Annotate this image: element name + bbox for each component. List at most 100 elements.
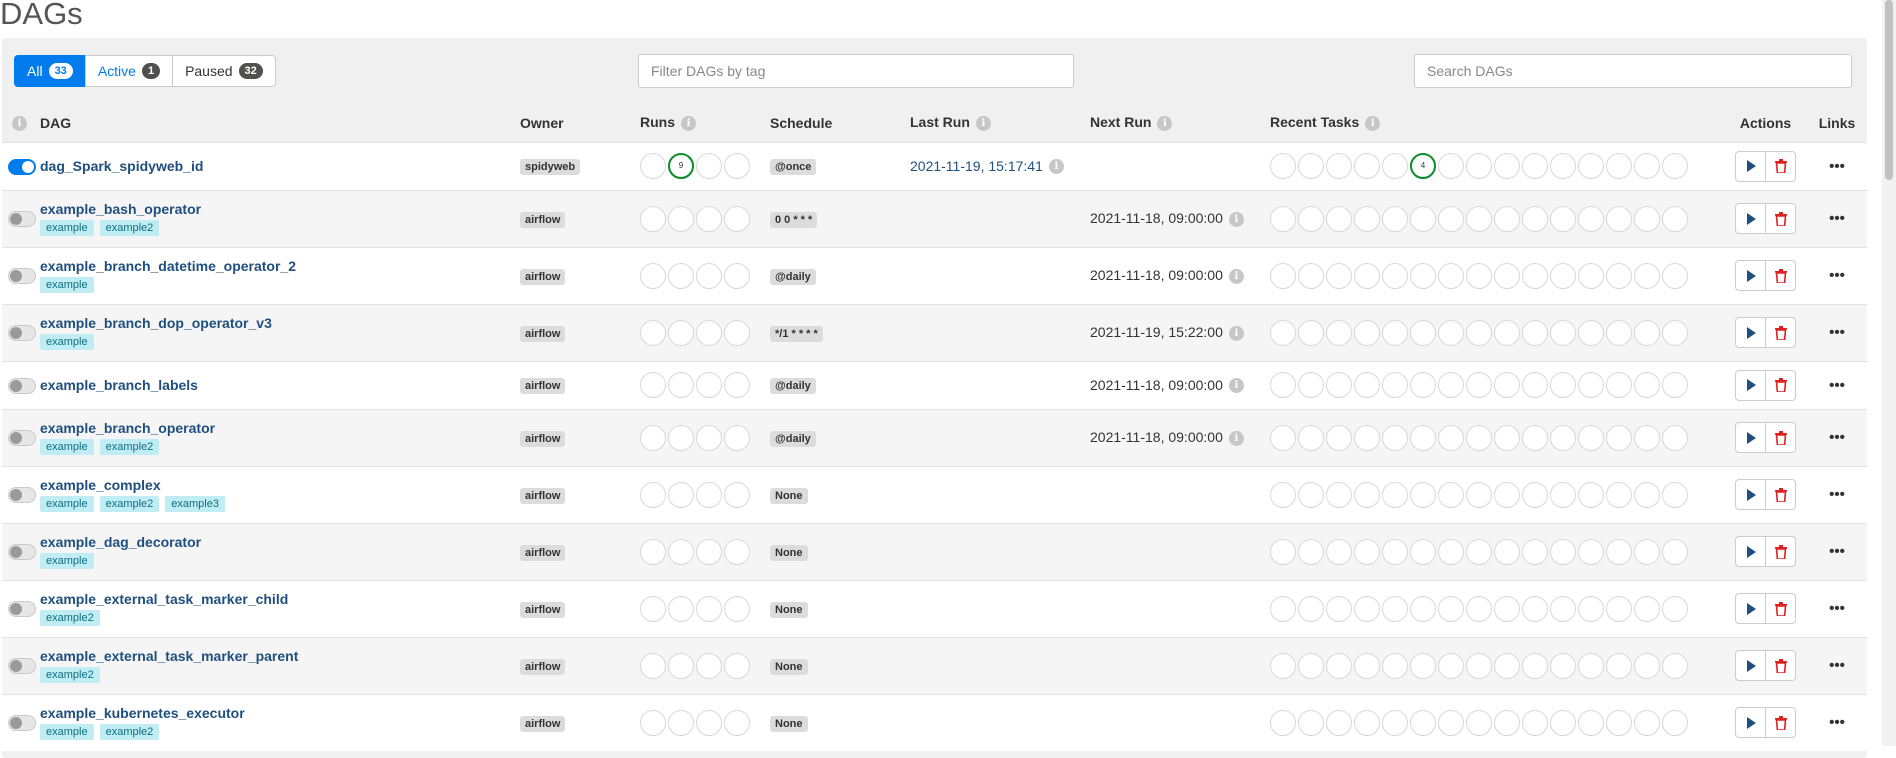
task-state-circle[interactable] bbox=[1606, 709, 1632, 736]
task-state-circle[interactable] bbox=[1606, 319, 1632, 346]
task-state-circle[interactable] bbox=[1354, 538, 1380, 565]
trigger-dag-button[interactable] bbox=[1735, 260, 1766, 291]
task-state-circle[interactable] bbox=[1354, 424, 1380, 451]
task-state-circle[interactable] bbox=[1438, 262, 1464, 289]
task-state-circle[interactable] bbox=[1410, 319, 1436, 346]
more-horizontal-icon[interactable]: ••• bbox=[1813, 158, 1861, 175]
task-state-circle[interactable] bbox=[1466, 538, 1492, 565]
task-state-circle[interactable] bbox=[1466, 153, 1492, 179]
task-state-circle[interactable] bbox=[1298, 652, 1324, 679]
task-state-circle[interactable] bbox=[1410, 205, 1436, 232]
task-state-circle[interactable] bbox=[1354, 481, 1380, 508]
dag-pause-toggle[interactable] bbox=[8, 158, 36, 175]
task-state-circle[interactable] bbox=[1522, 262, 1548, 289]
task-state-circle[interactable] bbox=[1326, 652, 1352, 679]
header-owner[interactable]: Owner bbox=[514, 104, 634, 142]
info-icon[interactable]: i bbox=[1228, 430, 1244, 446]
task-state-circle[interactable] bbox=[1634, 153, 1660, 179]
dag-run-circle[interactable] bbox=[724, 709, 750, 736]
task-state-circle[interactable] bbox=[1662, 262, 1688, 289]
schedule-badge[interactable]: @daily bbox=[770, 430, 816, 447]
task-state-circle[interactable] bbox=[1382, 595, 1408, 622]
dag-tag[interactable]: example2 bbox=[99, 496, 160, 512]
task-state-circle[interactable] bbox=[1410, 538, 1436, 565]
dag-run-circle[interactable] bbox=[640, 372, 666, 398]
task-state-circle[interactable] bbox=[1662, 424, 1688, 451]
dag-run-circle[interactable] bbox=[696, 424, 722, 451]
delete-dag-button[interactable] bbox=[1765, 317, 1796, 348]
schedule-badge[interactable]: @daily bbox=[770, 268, 816, 285]
task-state-circle[interactable] bbox=[1522, 652, 1548, 679]
task-state-circle[interactable] bbox=[1634, 372, 1660, 398]
task-state-circle[interactable] bbox=[1382, 424, 1408, 451]
task-state-circle[interactable] bbox=[1550, 205, 1576, 232]
task-state-circle[interactable] bbox=[1550, 319, 1576, 346]
task-state-circle[interactable] bbox=[1550, 595, 1576, 622]
task-state-circle[interactable] bbox=[1634, 595, 1660, 622]
task-state-circle[interactable] bbox=[1606, 372, 1632, 398]
dag-run-circle[interactable] bbox=[640, 153, 666, 179]
task-state-circle[interactable] bbox=[1662, 481, 1688, 508]
task-state-circle[interactable] bbox=[1438, 424, 1464, 451]
task-state-circle[interactable] bbox=[1354, 709, 1380, 736]
dag-run-circle[interactable] bbox=[668, 319, 694, 346]
task-state-circle[interactable] bbox=[1326, 205, 1352, 232]
dag-run-circle[interactable] bbox=[696, 205, 722, 232]
task-state-circle[interactable] bbox=[1634, 424, 1660, 451]
task-state-circle[interactable] bbox=[1578, 372, 1604, 398]
dag-run-circle[interactable] bbox=[668, 595, 694, 622]
filter-paused-button[interactable]: Paused 32 bbox=[172, 55, 276, 87]
task-state-circle[interactable] bbox=[1466, 481, 1492, 508]
task-state-circle[interactable] bbox=[1662, 595, 1688, 622]
task-state-circle[interactable] bbox=[1494, 205, 1520, 232]
more-horizontal-icon[interactable]: ••• bbox=[1813, 324, 1861, 341]
task-state-circle[interactable] bbox=[1466, 652, 1492, 679]
dag-tag[interactable]: example bbox=[40, 496, 94, 512]
info-icon[interactable]: i bbox=[1048, 159, 1064, 175]
task-state-circle[interactable] bbox=[1298, 372, 1324, 398]
dag-tag[interactable]: example bbox=[40, 553, 94, 569]
task-state-circle[interactable] bbox=[1578, 595, 1604, 622]
dag-run-circle[interactable] bbox=[668, 372, 694, 398]
dag-run-circle[interactable] bbox=[724, 372, 750, 398]
task-state-circle[interactable] bbox=[1466, 595, 1492, 622]
task-state-circle[interactable] bbox=[1466, 709, 1492, 736]
task-state-circle[interactable] bbox=[1662, 538, 1688, 565]
dag-name-link[interactable]: example_branch_operator bbox=[40, 420, 508, 436]
task-state-circle[interactable] bbox=[1270, 319, 1296, 346]
task-state-circle[interactable] bbox=[1270, 424, 1296, 451]
dag-tag[interactable]: example2 bbox=[40, 610, 100, 626]
dag-run-circle[interactable] bbox=[724, 538, 750, 565]
task-state-circle[interactable] bbox=[1494, 481, 1520, 508]
task-state-circle[interactable] bbox=[1270, 262, 1296, 289]
dag-name-link[interactable]: example_branch_labels bbox=[40, 377, 508, 393]
dag-run-circle[interactable] bbox=[640, 205, 666, 232]
owner-badge[interactable]: airflow bbox=[520, 211, 566, 228]
task-state-circle[interactable] bbox=[1550, 538, 1576, 565]
task-state-circle[interactable] bbox=[1298, 595, 1324, 622]
owner-badge[interactable]: airflow bbox=[520, 487, 566, 504]
task-state-circle[interactable] bbox=[1550, 153, 1576, 179]
dag-name-link[interactable]: example_branch_dop_operator_v3 bbox=[40, 315, 508, 331]
owner-badge[interactable]: airflow bbox=[520, 378, 566, 394]
dag-run-circle[interactable] bbox=[640, 538, 666, 565]
owner-badge[interactable]: airflow bbox=[520, 715, 566, 732]
task-state-circle[interactable] bbox=[1634, 709, 1660, 736]
delete-dag-button[interactable] bbox=[1765, 150, 1796, 182]
dag-run-circle[interactable] bbox=[696, 538, 722, 565]
owner-badge[interactable]: airflow bbox=[520, 268, 566, 285]
dag-tag[interactable]: example bbox=[40, 439, 94, 455]
task-state-circle[interactable] bbox=[1606, 652, 1632, 679]
dag-name-link[interactable]: example_kubernetes_executor bbox=[40, 705, 508, 721]
dag-run-circle[interactable] bbox=[724, 262, 750, 289]
task-state-circle[interactable] bbox=[1410, 652, 1436, 679]
dag-run-circle[interactable] bbox=[668, 538, 694, 565]
task-state-circle[interactable] bbox=[1606, 205, 1632, 232]
task-state-circle[interactable] bbox=[1270, 372, 1296, 398]
task-state-circle[interactable] bbox=[1494, 319, 1520, 346]
dag-run-circle[interactable]: 9 bbox=[668, 153, 694, 179]
task-state-circle[interactable] bbox=[1438, 652, 1464, 679]
dag-run-circle[interactable] bbox=[640, 424, 666, 451]
task-state-circle[interactable] bbox=[1494, 709, 1520, 736]
delete-dag-button[interactable] bbox=[1765, 536, 1796, 567]
